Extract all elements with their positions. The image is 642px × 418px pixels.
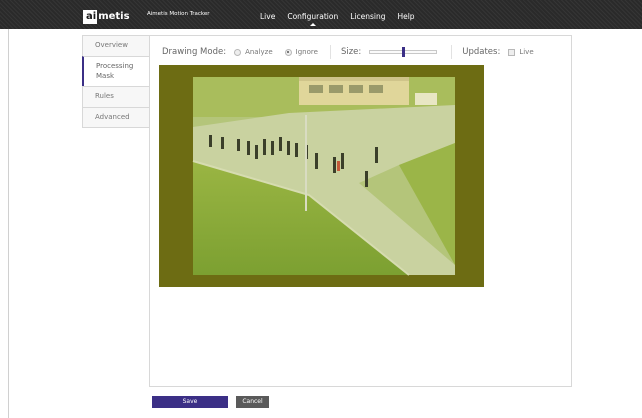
- tab-rules[interactable]: Rules: [82, 86, 150, 107]
- ignore-radio[interactable]: [284, 48, 292, 56]
- ignore-radio-label[interactable]: Ignore: [296, 48, 318, 56]
- updates-label: Updates:: [462, 47, 501, 57]
- drawing-mode-label: Drawing Mode:: [162, 47, 227, 57]
- save-button[interactable]: Save: [152, 396, 228, 408]
- app-title: Aimetis Motion Tracker: [147, 11, 210, 17]
- page-left-border: [8, 29, 9, 418]
- toolbar-divider: [329, 45, 331, 59]
- top-bar: ai metis Aimetis Motion Tracker Live Conf…: [0, 0, 642, 29]
- analyze-radio-label[interactable]: Analyze: [245, 48, 273, 56]
- slider-thumb[interactable]: [402, 47, 406, 57]
- camera-mask-canvas[interactable]: [159, 65, 484, 287]
- main-nav: Live Configuration Licensing Help: [260, 12, 415, 26]
- logo-suffix: metis: [98, 11, 130, 22]
- live-checkbox[interactable]: [508, 48, 516, 56]
- size-label: Size:: [340, 47, 362, 57]
- cancel-button[interactable]: Cancel: [236, 396, 269, 408]
- processing-mask-panel: Drawing Mode: Analyze Ignore Size: Updat…: [149, 35, 572, 387]
- nav-configuration[interactable]: Configuration: [287, 12, 338, 26]
- analyze-radio[interactable]: [234, 48, 242, 56]
- tab-overview[interactable]: Overview: [82, 35, 150, 56]
- nav-help[interactable]: Help: [397, 12, 414, 21]
- mask-toolbar: Drawing Mode: Analyze Ignore Size: Updat…: [162, 45, 546, 59]
- nav-live[interactable]: Live: [260, 12, 275, 21]
- config-tabs: Overview Processing Mask Rules Advanced: [82, 35, 150, 128]
- tab-advanced[interactable]: Advanced: [82, 107, 150, 128]
- tab-processing-mask[interactable]: Processing Mask: [82, 56, 150, 86]
- camera-snapshot-image: [159, 65, 484, 287]
- nav-licensing[interactable]: Licensing: [350, 12, 385, 21]
- brush-size-slider[interactable]: [369, 47, 438, 57]
- live-checkbox-label[interactable]: Live: [519, 48, 533, 56]
- toolbar-divider: [451, 45, 453, 59]
- aimetis-logo[interactable]: ai metis: [83, 10, 130, 24]
- logo-prefix: ai: [83, 10, 98, 24]
